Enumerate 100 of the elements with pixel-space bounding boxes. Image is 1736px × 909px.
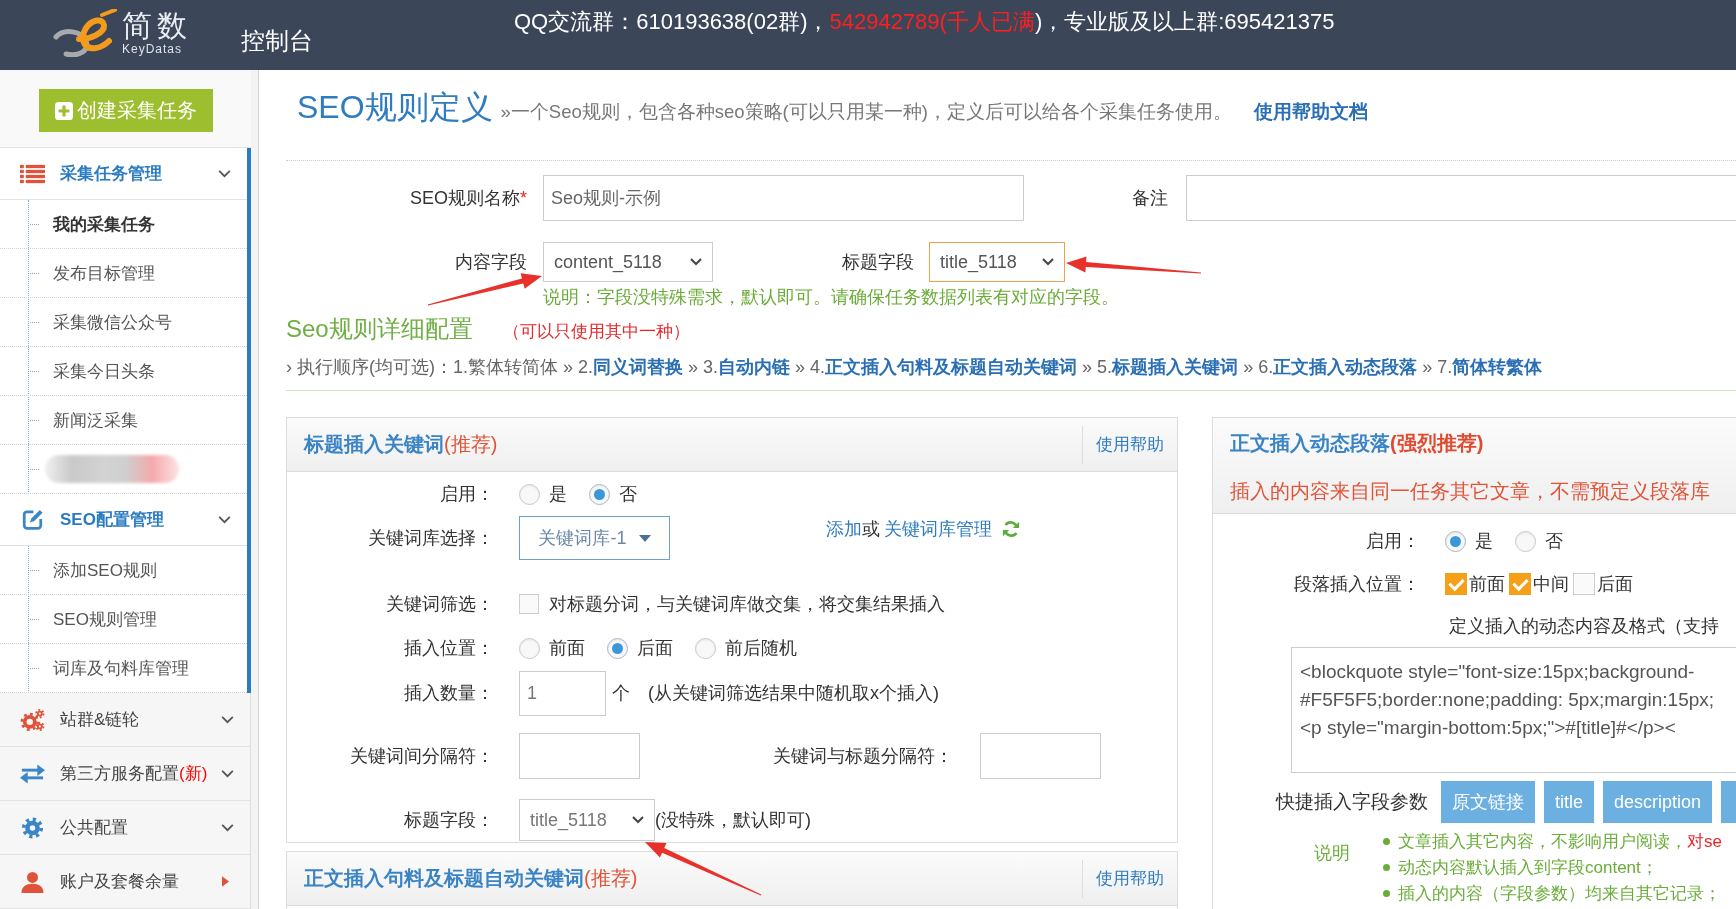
title-field-select[interactable]: title_5118	[519, 799, 655, 841]
field-hint: 说明：字段没特殊需求，默认即可。请确保任务数据列表有对应的字段。	[543, 286, 1120, 308]
bullet-icon	[1383, 837, 1390, 845]
notes-label: 说明	[1314, 842, 1350, 865]
execution-order: › 执行顺序(均可选)：1.繁体转简体 » 2.同义词替换 » 3.自动内链 » 4.正文插入句料及标题自动关键词 » 5.标题插入关键词 » 6.正文插入动态段落 » 7.简体转繁体	[286, 356, 1544, 379]
brand-name: 简数	[122, 10, 192, 42]
field-label: 插入位置：	[404, 637, 494, 660]
chevron-down-icon	[632, 816, 644, 824]
checkbox[interactable]	[1509, 573, 1531, 595]
content-field-select[interactable]: content_5118	[543, 242, 713, 282]
sidebar-item[interactable]: 采集微信公众号	[0, 298, 247, 347]
field-label: 关键词筛选：	[386, 593, 494, 616]
content-format-field[interactable]: <blockquote style="font-size:15px;background- #F5F5F5;border:none;padding: 5px;margin:15px; <p style="margin-bottom:5px;">#[title]#</p><	[1291, 647, 1736, 773]
field-label: SEO规则名称*	[409, 187, 527, 210]
sidebar-group-header[interactable]: 账户及套餐余量	[0, 855, 250, 909]
checkbox-label[interactable]: 中间	[1533, 572, 1569, 596]
step-link[interactable]: 正文插入动态段落	[1273, 357, 1418, 377]
step-link[interactable]: 同义词替换	[593, 357, 684, 377]
radio-label[interactable]: 前后随机	[725, 636, 797, 660]
bullet-icon	[1383, 889, 1390, 897]
remark-input[interactable]	[1186, 175, 1736, 221]
insert-count-input[interactable]: 1	[519, 670, 606, 716]
unit-label: 个	[612, 682, 630, 705]
action-link[interactable]: 关键词库管理	[884, 517, 992, 541]
section-note: （可以只使用其中一种）	[502, 321, 690, 343]
checkbox-label[interactable]: 对标题分词，与关键词库做交集，将交集结果插入	[549, 592, 945, 616]
checkbox-label[interactable]: 后面	[1597, 572, 1633, 596]
caret-down-icon	[638, 534, 651, 542]
chevron-down-icon	[690, 258, 702, 266]
field-label: 插入数量：	[404, 682, 494, 705]
note-text: 动态内容默认插入到字段content；	[1398, 856, 1658, 879]
field-label: 内容字段	[455, 251, 527, 274]
sidebar-item[interactable]: 发布目标管理	[0, 249, 247, 298]
chevron-down-icon	[218, 169, 231, 178]
note-text: 文章插入其它内容，不影响用户阅读，对se	[1398, 830, 1722, 853]
field-label: 启用：	[440, 483, 494, 506]
rule-name-input[interactable]: Seo规则-示例	[543, 175, 1024, 221]
field-label: 关键词与标题分隔符：	[773, 745, 953, 768]
sidebar-item[interactable]: 我的采集任务	[0, 200, 247, 249]
help-doc-link[interactable]: 使用帮助文档	[1253, 99, 1368, 125]
chevron-down-icon	[221, 715, 234, 724]
sidebar-group-header[interactable]: SEO配置管理	[0, 494, 247, 546]
bullet-icon	[1383, 863, 1390, 871]
radio-button[interactable]	[1445, 530, 1466, 552]
qq-group-notice: QQ交流群：610193638(02群)，542942789(千人已满)，专业版及以上群:695421375	[514, 8, 1335, 36]
panel-title: 正文插入动态段落(强烈推荐)	[1230, 431, 1485, 456]
format-caption: 定义插入的动态内容及格式（支持	[1449, 615, 1719, 638]
radio-button[interactable]	[695, 637, 716, 659]
field-label: 标题字段	[842, 251, 914, 274]
list-icon	[20, 162, 45, 185]
sidebar-item[interactable]: 新闻泛采集	[0, 396, 247, 445]
brand-subtitle: KeyDatas	[122, 42, 183, 56]
sidebar-item[interactable]: 采集今日头条	[0, 347, 247, 396]
field-label: 关键词库选择：	[368, 527, 494, 550]
field-label: 段落插入位置：	[1294, 573, 1420, 596]
radio-label[interactable]: 前面	[549, 636, 585, 660]
sidebar-item[interactable]: SEO规则管理	[0, 595, 247, 644]
radio-label[interactable]: 否	[1545, 529, 1563, 553]
checkbox-label[interactable]: 前面	[1469, 572, 1505, 596]
console-title: 控制台	[241, 26, 313, 56]
gear-icon	[20, 816, 45, 839]
radio-button[interactable]	[1515, 530, 1536, 552]
checkbox[interactable]	[1573, 573, 1595, 595]
chevron-down-icon	[221, 769, 234, 778]
step-link[interactable]: 正文插入句料及标题自动关键词	[825, 357, 1078, 377]
action-link[interactable]: 添加	[826, 517, 862, 541]
checkbox[interactable]	[1445, 573, 1467, 595]
logo-icon	[52, 9, 118, 57]
keyword-library-select[interactable]: 关键词库-1	[519, 516, 670, 560]
separator-input[interactable]	[519, 733, 640, 779]
sidebar-group-header[interactable]: 采集任务管理	[0, 148, 247, 200]
step-link[interactable]: 标题插入关键词	[1112, 357, 1239, 377]
panel-subtitle: 插入的内容来自同一任务其它文章，不需预定义段落库	[1230, 479, 1710, 504]
step-link[interactable]: 简体转繁体	[1452, 357, 1543, 377]
field-label: 关键词间分隔符：	[350, 745, 494, 768]
radio-button[interactable]	[519, 483, 540, 505]
help-link[interactable]: 使用帮助	[1096, 867, 1164, 890]
row-hint: (没特殊，默认即可)	[655, 809, 811, 832]
plus-icon	[55, 101, 73, 120]
field-param-button[interactable]	[1721, 781, 1736, 823]
radio-button[interactable]	[589, 483, 610, 505]
chevron-down-icon	[1042, 258, 1054, 266]
page-title: SEO规则定义	[297, 88, 493, 127]
field-label: 启用：	[1366, 530, 1420, 553]
edit-icon	[20, 508, 45, 531]
note-text: 插入的内容（字段参数）均来自其它记录；	[1398, 882, 1721, 905]
radio-label[interactable]: 后面	[637, 636, 673, 660]
radio-label[interactable]: 否	[619, 482, 637, 506]
checkbox[interactable]	[519, 594, 539, 614]
radio-button[interactable]	[519, 637, 540, 659]
step-link[interactable]: 自动内链	[718, 357, 791, 377]
separator-input[interactable]	[980, 733, 1101, 779]
help-link[interactable]: 使用帮助	[1096, 433, 1164, 456]
radio-label[interactable]: 是	[1475, 529, 1493, 553]
title-field-select[interactable]: title_5118	[929, 242, 1065, 282]
radio-label[interactable]: 是	[549, 482, 567, 506]
sidebar-item[interactable]: 添加SEO规则	[0, 546, 247, 595]
radio-button[interactable]	[607, 637, 628, 659]
gears-icon	[20, 708, 45, 731]
exchange-icon	[20, 762, 45, 785]
